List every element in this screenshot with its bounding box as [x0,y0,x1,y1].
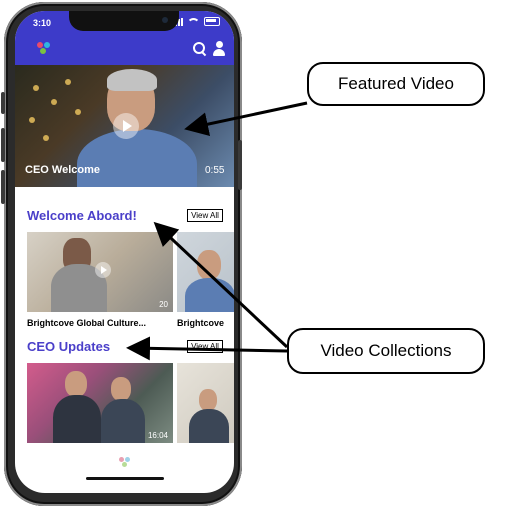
camera-icon [162,17,168,23]
video-collections-arrow-lower [126,336,288,361]
video-collections-callout: Video Collections [287,328,485,374]
featured-video-callout: Featured Video [307,62,485,106]
notch [69,11,179,31]
featured-video-arrow [184,101,308,136]
video-collections-arrow-upper [153,221,289,349]
